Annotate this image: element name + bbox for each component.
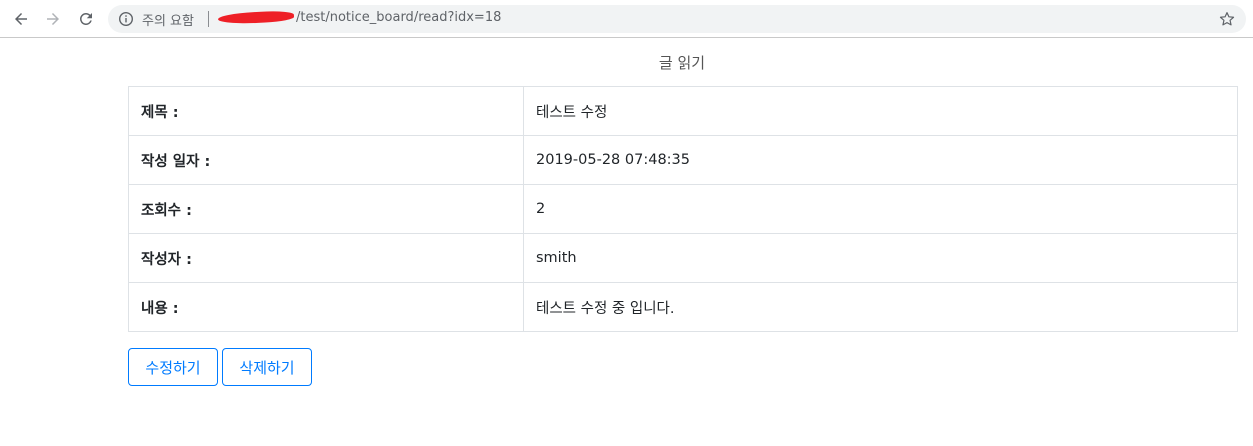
row-label: 제목 : — [128, 86, 524, 136]
row-label: 작성 일자 : — [128, 135, 524, 185]
reload-button[interactable] — [74, 7, 98, 31]
post-detail-table: 제목 : 테스트 수정 작성 일자 : 2019-05-28 07:48:35 … — [128, 86, 1238, 332]
edit-button[interactable]: 수정하기 — [128, 348, 218, 386]
back-arrow-icon — [15, 13, 27, 25]
row-value: 2 — [523, 184, 1238, 234]
star-icon[interactable] — [1218, 10, 1236, 28]
reload-icon — [79, 12, 92, 25]
delete-button[interactable]: 삭제하기 — [222, 348, 312, 386]
security-status[interactable]: 주의 요함 — [142, 10, 194, 29]
row-value: smith — [523, 233, 1238, 283]
row-value: 테스트 수정 — [523, 86, 1238, 136]
table-row: 제목 : 테스트 수정 — [128, 86, 1238, 136]
table-row: 작성 일자 : 2019-05-28 07:48:35 — [128, 135, 1238, 185]
address-separator — [208, 11, 209, 27]
row-value: 테스트 수정 중 입니다. — [523, 282, 1238, 332]
forward-arrow-icon — [47, 13, 59, 25]
row-label: 내용 : — [128, 282, 524, 332]
address-bar[interactable]: 주의 요함 /test/notice_board/read?idx=18 — [108, 5, 1246, 33]
row-label: 작성자 : — [128, 233, 524, 283]
url-text[interactable]: /test/notice_board/read?idx=18 — [296, 10, 501, 25]
table-row: 내용 : 테스트 수정 중 입니다. — [128, 282, 1238, 332]
forward-button[interactable] — [41, 7, 65, 31]
table-row: 작성자 : smith — [128, 233, 1238, 283]
row-value: 2019-05-28 07:48:35 — [523, 135, 1238, 185]
back-button[interactable] — [9, 7, 33, 31]
row-label: 조회수 : — [128, 184, 524, 234]
page-title: 글 읽기 — [658, 54, 706, 72]
table-row: 조회수 : 2 — [128, 184, 1238, 234]
info-icon[interactable] — [118, 11, 134, 27]
redacted-host-mark — [217, 10, 295, 25]
browser-toolbar: 주의 요함 /test/notice_board/read?idx=18 — [0, 0, 1253, 38]
